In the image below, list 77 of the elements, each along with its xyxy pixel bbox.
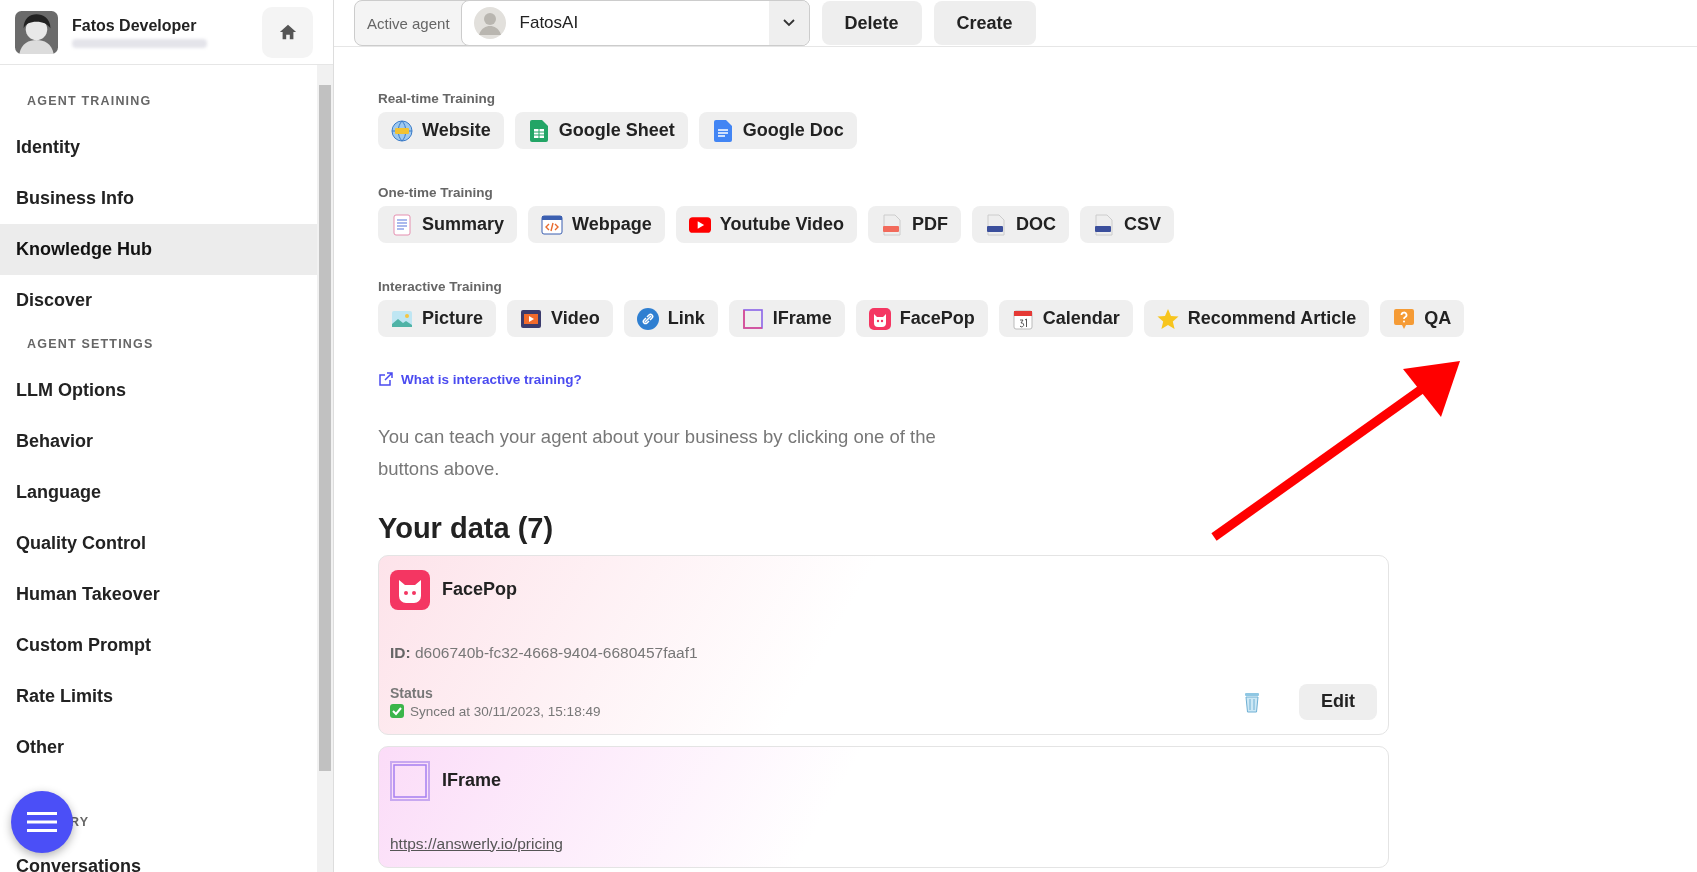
file-icon	[1093, 213, 1116, 236]
sidebar-item[interactable]: Behavior	[0, 416, 317, 467]
training-button[interactable]: Webpage	[528, 206, 665, 243]
section-label: AGENT SETTINGS	[26, 336, 155, 353]
check-icon	[390, 704, 404, 719]
field-label: Active agent	[366, 13, 451, 34]
menu-icon	[27, 811, 57, 833]
sidebar-item[interactable]: Knowledge Hub	[0, 224, 317, 275]
sidebar-item[interactable]: LLM Options	[0, 365, 317, 416]
edit-button[interactable]: Edit	[1299, 683, 1377, 720]
sidebar-item[interactable]: Custom Prompt	[0, 620, 317, 671]
training-button[interactable]: Video	[507, 300, 613, 337]
question-icon	[1393, 307, 1416, 330]
frame-icon	[741, 307, 764, 330]
chevron-down-icon	[782, 19, 795, 27]
film-icon	[520, 307, 543, 330]
group-title: One-time Training	[378, 185, 494, 200]
group-title: Interactive Training	[378, 279, 503, 294]
url-link[interactable]: https://answerly.io/pricing	[390, 834, 563, 853]
spreadsheet-icon	[527, 119, 550, 142]
code-window-icon	[541, 213, 564, 236]
sidebar-item[interactable]: Conversations	[0, 841, 317, 872]
star-icon	[1156, 307, 1179, 330]
sidebar-item[interactable]: Business Info	[0, 173, 317, 224]
user-name: Fatos Developer	[72, 16, 198, 35]
card-id: ID: d606740b-fc32-4668-9404-6680457faaf1	[390, 643, 699, 662]
training-button[interactable]: Summary	[378, 206, 518, 243]
home-icon	[278, 23, 297, 41]
training-button[interactable]: Calendar	[998, 300, 1133, 337]
link-icon	[636, 307, 659, 330]
training-button[interactable]: Google Doc	[698, 112, 857, 149]
training-button[interactable]: CSV	[1080, 206, 1175, 243]
card-title: FacePop	[442, 579, 518, 601]
cat-face-icon	[390, 569, 430, 610]
training-button[interactable]: IFrame	[728, 300, 845, 337]
card-title: IFrame	[442, 770, 502, 792]
training-button[interactable]: Google Sheet	[514, 112, 688, 149]
training-button[interactable]: FacePop	[855, 300, 988, 337]
document-icon	[711, 119, 734, 142]
status-text: Synced at 30/11/2023, 15:18:49	[410, 703, 601, 719]
sidebar-item[interactable]: Language	[0, 467, 317, 518]
file-icon	[881, 213, 904, 236]
training-button[interactable]: DOC	[972, 206, 1070, 243]
notes-icon	[391, 213, 413, 236]
help-link[interactable]: What is interactive training?	[378, 371, 582, 387]
sidebar-item[interactable]: Quality Control	[0, 518, 317, 569]
frame-icon	[390, 760, 430, 801]
training-button[interactable]: QA	[1380, 300, 1465, 337]
sidebar-item[interactable]: Discover	[0, 275, 317, 326]
user-avatar	[15, 10, 58, 54]
avatar-icon	[473, 7, 506, 39]
action-button[interactable]: Create	[933, 1, 1036, 45]
training-button[interactable]: Picture	[378, 300, 497, 337]
sidebar-item[interactable]: Other	[0, 722, 317, 773]
globe-icon	[391, 119, 413, 142]
scrollbar[interactable]	[317, 65, 333, 872]
training-button[interactable]: Youtube Video	[675, 206, 858, 243]
section-heading: Your data (7)	[378, 511, 555, 545]
training-button[interactable]: Recommend Article	[1143, 300, 1370, 337]
sidebar-item[interactable]: Identity	[0, 122, 317, 173]
home-button[interactable]	[262, 6, 313, 58]
cat-face-icon	[868, 307, 891, 330]
training-button[interactable]: Website	[378, 112, 504, 149]
training-button[interactable]: PDF	[868, 206, 962, 243]
calendar-icon	[1011, 307, 1034, 330]
intro-text: You can teach your agent about your business by clicking one of the buttons above.	[378, 425, 937, 482]
status-label: Status	[390, 684, 434, 701]
sidebar-item[interactable]: Human Takeover	[0, 569, 317, 620]
group-title: Real-time Training	[378, 91, 497, 106]
section-label: AGENT TRAINING	[26, 93, 153, 110]
menu-button[interactable]	[11, 791, 73, 853]
training-button[interactable]: Link	[623, 300, 718, 337]
external-link-icon	[378, 371, 394, 387]
sidebar-item[interactable]: Rate Limits	[0, 671, 317, 722]
file-icon	[985, 213, 1008, 236]
action-button[interactable]: Delete	[821, 1, 922, 45]
agent-select[interactable]: FatosAI	[460, 0, 810, 46]
